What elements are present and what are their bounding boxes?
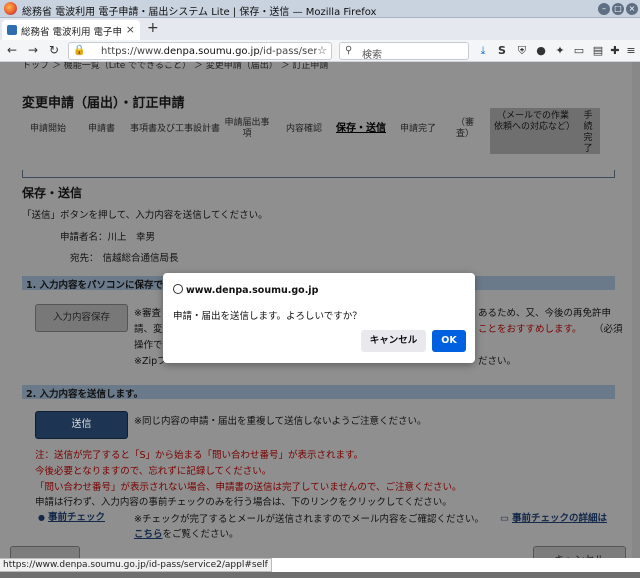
color-extension-icon[interactable]: ●	[534, 44, 548, 58]
note1-line1: ※審査	[134, 308, 161, 319]
dollar-extension-icon[interactable]: S	[495, 44, 509, 58]
page-cancel-button[interactable]: キャンセル	[533, 546, 626, 558]
step-design: 事項書及び工事設計書	[130, 124, 221, 134]
tab-label: 総務省 電波利用 電子申請・届	[21, 27, 121, 38]
precheck-note: ※チェックが完了するとメールが送信されますのでメール内容をご確認ください。	[134, 514, 484, 525]
warning-line1: 注：送信が完了すると「S」から始まる「問い合わせ番号」が表示されます。	[35, 450, 364, 461]
precheck-info: 申請は行わず、入力内容の事前チェックのみを行う場合は、下のリンクをクリックしてく…	[35, 497, 452, 508]
lock-icon: 🔒	[73, 45, 86, 56]
dialog-header: www.denpa.soumu.go.jp	[173, 284, 318, 296]
step-confirm: 内容確認	[286, 124, 323, 134]
section-heading: 保存・送信	[22, 186, 83, 200]
section-2-header: 2. 入力内容を送信します。	[22, 385, 615, 400]
bottom-strip	[0, 572, 640, 578]
confirm-dialog: www.denpa.soumu.go.jp 申請・届出を送信します。よろしいです…	[163, 273, 475, 363]
precheck-link[interactable]: 事前チェック	[48, 512, 105, 523]
sidebar-icon[interactable]: ▤	[591, 44, 605, 58]
firefox-icon	[4, 2, 17, 15]
precheck-detail-link[interactable]: 事前チェックの詳細は	[512, 513, 607, 524]
extension-icon[interactable]: ✦	[553, 44, 567, 58]
back-page-button[interactable]	[10, 546, 80, 558]
save-input-button[interactable]: 入力内容保存	[35, 304, 128, 332]
send-button[interactable]: 送信	[35, 411, 128, 439]
note1-line2-tail: （必須	[594, 324, 623, 335]
bookmark-star-icon[interactable]: ☆	[317, 44, 327, 57]
step-review: （審査）	[455, 118, 474, 139]
search-input[interactable]: ⚲ 検索	[339, 42, 469, 61]
site-favicon-icon	[7, 25, 17, 35]
precheck-link-row: ● 事前チェック	[38, 509, 105, 523]
breadcrumb: トップ ＞ 機能一覧（Lite でできること） ＞ 変更申請（届出） ＞ 訂正申…	[22, 62, 329, 71]
step-finish: 手続完了	[576, 108, 600, 154]
bullet-icon: ●	[38, 513, 45, 522]
menu-icon[interactable]: ≡	[624, 44, 638, 58]
navigation-bar: ← → ↻ 🔒 https://www.denpa.soumu.go.jp/id…	[0, 40, 640, 62]
note1-line2: 請、変	[134, 324, 163, 335]
reload-icon[interactable]: ↻	[47, 43, 61, 57]
precheck-detail-row2: こちらをご覧ください。	[134, 529, 239, 540]
globe-icon	[173, 284, 183, 294]
step-complete: 申請完了	[400, 124, 437, 134]
maximize-icon[interactable]: □	[612, 3, 624, 15]
search-placeholder: 検索	[362, 50, 382, 61]
close-window-icon[interactable]: ×	[626, 3, 638, 15]
folder-icon[interactable]: ▭	[572, 44, 586, 58]
warning-line2: 今後必要となりますので、忘れずに記録してください。	[35, 466, 272, 477]
shield-extension-icon[interactable]: ⛨	[515, 44, 529, 58]
window-title: 総務省 電波利用 電子申請・届出システム Lite | 保存・送信 — Mozi…	[22, 7, 377, 18]
window-titlebar: 総務省 電波利用 電子申請・届出システム Lite | 保存・送信 — Mozi…	[0, 0, 640, 18]
warning-line3: 「問い合わせ番号」が表示されない場合、申請書の送信は完了していませんので、ご注意…	[35, 482, 462, 493]
steps-divider	[22, 170, 615, 178]
duplicate-note: ※同じ内容の申請・届出を重複して送信しないようご注意ください。	[134, 416, 427, 427]
forward-icon[interactable]: →	[26, 43, 40, 57]
step-items: 申請届出事項	[224, 118, 270, 139]
page-scrollbar[interactable]	[632, 62, 640, 558]
back-icon[interactable]: ←	[5, 43, 19, 57]
precheck-detail-row: ▭ 事前チェックの詳細は	[500, 510, 607, 524]
external-link-icon: ▭	[500, 513, 509, 524]
tab-active[interactable]: 総務省 電波利用 電子申請・届 ×	[2, 20, 140, 40]
note1-line1-right: あるため、又、今後の再免許申	[478, 308, 612, 319]
tab-bar: 総務省 電波利用 電子申請・届 × +	[0, 18, 640, 40]
url-bar[interactable]: 🔒 https://www.denpa.soumu.go.jp/id-pass/…	[68, 42, 332, 60]
note1-line3: 操作で	[134, 340, 163, 351]
dialog-origin: www.denpa.soumu.go.jp	[186, 285, 319, 296]
url-text: https://www.denpa.soumu.go.jp/id-pass/se…	[101, 46, 317, 57]
recipient-row: 宛先： 信越総合通信局長	[70, 253, 179, 264]
tab-close-icon[interactable]: ×	[126, 23, 135, 36]
minimize-icon[interactable]: –	[598, 3, 610, 15]
dialog-ok-button[interactable]: OK	[432, 330, 466, 352]
dialog-cancel-button[interactable]: キャンセル	[361, 330, 426, 352]
applicant-row: 申請者名：川上 幸男	[60, 232, 156, 243]
status-bar-url: https://www.denpa.soumu.go.jp/id-pass/se…	[0, 558, 272, 572]
precheck-detail-here-link[interactable]: こちら	[134, 529, 163, 540]
step-start: 申請開始	[30, 124, 67, 134]
download-icon[interactable]: ⤓	[476, 44, 490, 58]
step-email-action: （メールでの作業依頼への対応など）	[490, 108, 576, 154]
new-tab-button[interactable]: +	[147, 20, 159, 36]
step-application: 申請書	[88, 124, 116, 134]
note1-line2-right: ことをおすすめします。	[478, 324, 582, 335]
search-icon: ⚲	[345, 45, 353, 56]
dialog-message: 申請・届出を送信します。よろしいですか？	[173, 311, 362, 322]
instruction-text: 「送信」ボタンを押して、入力内容を送信してください。	[22, 210, 268, 221]
note1-line4: ※Zipフ	[134, 356, 167, 367]
note1-line4-right: ださい。	[478, 356, 517, 367]
progress-steps: 申請開始 申請書 事項書及び工事設計書 申請届出事項 内容確認 保存・送信 申請…	[22, 108, 622, 154]
extensions-puzzle-icon[interactable]: ✚	[608, 44, 622, 58]
step-save-send: 保存・送信	[336, 123, 386, 134]
